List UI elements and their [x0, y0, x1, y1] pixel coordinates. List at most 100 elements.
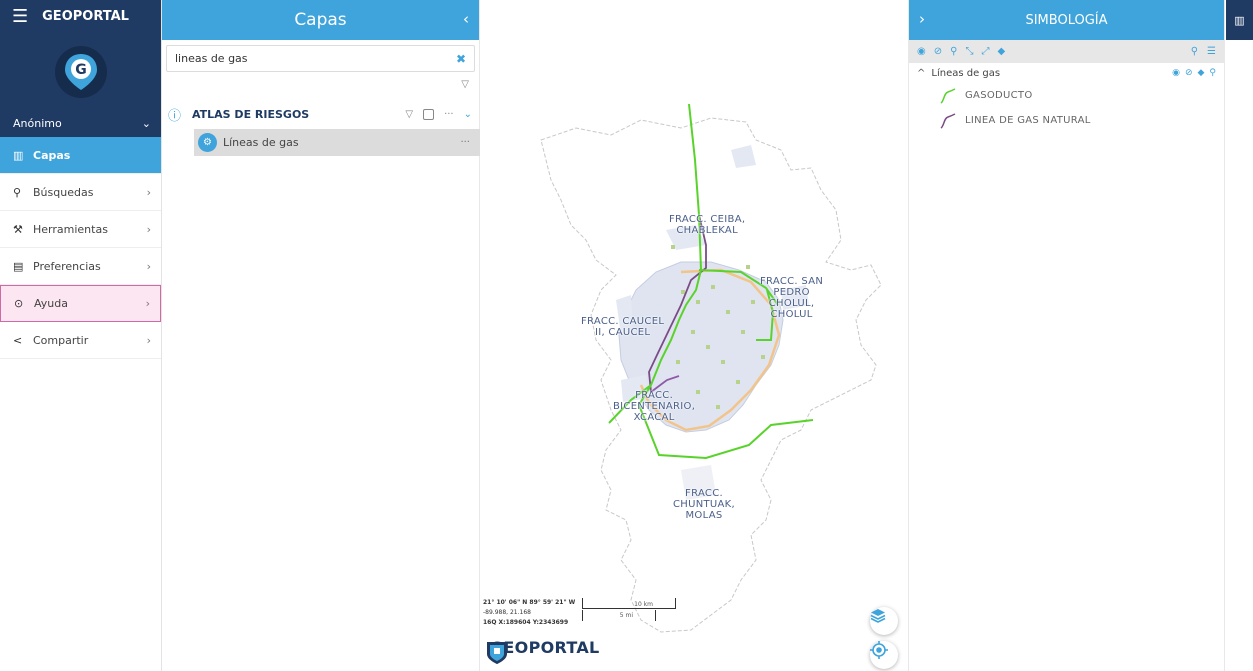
layer-search-input[interactable] [175, 52, 456, 65]
nav-item-label: Compartir [33, 333, 89, 347]
coordinate-readout: 21° 10' 06" N 89° 59' 21" W -89.988, 21.… [483, 598, 575, 628]
list-icon[interactable]: ☰ [1207, 46, 1216, 57]
help-icon: ⊙ [14, 297, 24, 310]
coords-dms: 21° 10' 06" N 89° 59' 21" W [483, 599, 576, 606]
map-label-chuntuak: FRACC. CHUNTUAK, MOLAS [673, 488, 736, 521]
nav-item-herramientas[interactable]: ⚒ Herramientas › [0, 211, 161, 248]
group-more-icon[interactable]: ··· [444, 109, 454, 120]
legend-tools-right: ⚲ ☰ [1191, 46, 1216, 57]
layer-search-box: ✖ [166, 45, 475, 72]
app: ☰ GEOPORTAL G Anónimo ⌄ ▥ Capas ⚲ Búsque… [0, 0, 1253, 671]
hamburger-menu-icon[interactable]: ☰ [12, 6, 28, 27]
nav-item-label: Búsquedas [33, 185, 94, 199]
chevron-right-icon: › [145, 297, 150, 310]
collapse-arrows-icon[interactable]: ⤡ [965, 46, 973, 57]
layers-panel-title: Capas [294, 10, 347, 30]
group-filter-icon[interactable]: ▽ [405, 109, 413, 120]
hide-all-icon[interactable]: ⊘ [934, 46, 942, 57]
visibility-icon[interactable]: ◉ [1172, 68, 1180, 78]
nav-item-label: Herramientas [33, 222, 108, 236]
filter-icon[interactable]: ▽ [461, 79, 469, 90]
expand-arrows-icon[interactable]: ⤢ [981, 46, 989, 57]
legend-layer-row[interactable]: ^ Líneas de gas ◉ ⊘ ◆ ⚲ [909, 63, 1224, 83]
layers-panel: Capas ‹ ✖ ▽ ⓘ ATLAS DE RIESGOS ▽ ··· ⌄ ⚙… [162, 0, 480, 671]
nav-item-label: Ayuda [34, 297, 68, 310]
map-icon: ▥ [1234, 13, 1245, 27]
group-info-icon: ⓘ [168, 108, 182, 124]
group-tools: ▽ ··· ⌄ [405, 108, 472, 120]
user-name: Anónimo [13, 117, 62, 130]
locate-icon [870, 641, 888, 659]
chevron-down-icon: ⌄ [141, 117, 151, 130]
map-canvas[interactable] [481, 0, 907, 671]
map-toggle-button[interactable]: ▥ [1226, 0, 1253, 40]
collapse-legend-icon[interactable]: › [919, 10, 925, 28]
layer-group-row[interactable]: ⓘ ATLAS DE RIESGOS ▽ ··· ⌄ [166, 100, 478, 128]
nav-item-compartir[interactable]: < Compartir › [0, 322, 161, 359]
legend-item-gasoducto: GASODUCTO [909, 83, 1224, 108]
tools-icon: ⚒ [13, 222, 23, 236]
legend-panel: › SIMBOLOGÍA ◉ ⊘ ⚲ ⤡ ⤢ ◆ ⚲ ☰ ^ Líneas de… [908, 0, 1225, 671]
nav-header: ☰ GEOPORTAL [0, 0, 161, 33]
legend-panel-header: › SIMBOLOGÍA [909, 0, 1224, 40]
line-symbol-icon [940, 87, 956, 104]
layer-icon: ⚙ [198, 133, 217, 152]
coords-utm: 16Q X:189604 Y:2343699 [483, 619, 569, 626]
share-icon: < [13, 333, 23, 347]
legend-tools-left: ◉ ⊘ ⚲ ⤡ ⤢ ◆ [917, 46, 1191, 57]
scale-km: 10 km [582, 598, 676, 609]
nav-item-preferencias[interactable]: ▤ Preferencias › [0, 248, 161, 285]
tag-icon[interactable]: ◆ [1197, 68, 1204, 78]
show-all-icon[interactable]: ◉ [917, 46, 926, 57]
nav-logo-area: G [0, 33, 161, 110]
chevron-right-icon: › [146, 222, 151, 236]
nav-item-busquedas[interactable]: ⚲ Búsquedas › [0, 174, 161, 211]
scale-mi: 5 mi [582, 610, 656, 621]
layers-toggle-button[interactable] [870, 607, 898, 635]
geoportal-logo-icon: G [54, 45, 107, 98]
legend-title: SIMBOLOGÍA [1025, 12, 1108, 28]
user-selector[interactable]: Anónimo ⌄ [0, 110, 161, 137]
layer-row[interactable]: ⚙ Líneas de gas ··· [194, 129, 480, 156]
urban-patch [731, 145, 756, 168]
map-icon: ▥ [13, 148, 24, 162]
legend-layer-tools: ◉ ⊘ ◆ ⚲ [1172, 68, 1216, 78]
nav-item-ayuda[interactable]: ⊙ Ayuda › [0, 285, 161, 322]
chevron-right-icon: › [146, 333, 151, 347]
chevron-right-icon: › [146, 185, 151, 199]
map-label-ceiba: FRACC. CEIBA, CHABLEKAL [669, 214, 746, 236]
legend-item-label: GASODUCTO [965, 90, 1033, 101]
nav-item-label: Preferencias [33, 259, 101, 273]
scale-bar: 10 km 5 mi [582, 598, 678, 624]
map-label-bicentenario: FRACC. BICENTENARIO, XCACAL [613, 390, 696, 423]
collapse-panel-icon[interactable]: ‹ [463, 10, 469, 28]
map-label-san-pedro: FRACC. SAN PEDRO CHOLUL, CHOLUL [760, 276, 824, 320]
nav-item-capas[interactable]: ▥ Capas [0, 137, 161, 174]
map-label-caucel: FRACC. CAUCEL II, CAUCEL [581, 316, 665, 338]
legend-layer-title: Líneas de gas [931, 67, 1001, 79]
app-title: GEOPORTAL [42, 9, 129, 24]
side-nav: ☰ GEOPORTAL G Anónimo ⌄ ▥ Capas ⚲ Búsque… [0, 0, 162, 671]
search-icon: ⚲ [13, 185, 22, 199]
clipboard-icon: ▤ [13, 259, 24, 273]
coords-decimal: -89.988, 21.168 [483, 609, 531, 616]
map-brand: GEOPORTAL [484, 638, 600, 664]
legend-toolbar: ◉ ⊘ ⚲ ⤡ ⤢ ◆ ⚲ ☰ [909, 40, 1224, 63]
layers-panel-header: Capas ‹ [162, 0, 479, 40]
layer-more-icon[interactable]: ··· [460, 137, 470, 148]
eraser-icon[interactable]: ◆ [997, 46, 1005, 57]
search-icon[interactable]: ⚲ [1191, 46, 1198, 57]
locate-me-button[interactable] [870, 641, 898, 669]
layer-name: Líneas de gas [223, 136, 299, 149]
map-view[interactable]: FRACC. CEIBA, CHABLEKAL FRACC. SAN PEDRO… [481, 0, 907, 671]
zoom-icon[interactable]: ⚲ [1209, 68, 1216, 78]
chevron-down-icon[interactable]: ⌄ [464, 109, 472, 120]
svg-text:G: G [75, 62, 87, 78]
zoom-layer-icon[interactable]: ⚲ [950, 46, 957, 57]
layers-stack-icon [870, 609, 886, 623]
group-visibility-checkbox[interactable] [423, 108, 435, 120]
chevron-up-icon[interactable]: ^ [917, 68, 925, 79]
clear-search-icon[interactable]: ✖ [456, 52, 466, 66]
line-symbol-icon [940, 112, 956, 129]
hide-icon[interactable]: ⊘ [1185, 68, 1193, 78]
